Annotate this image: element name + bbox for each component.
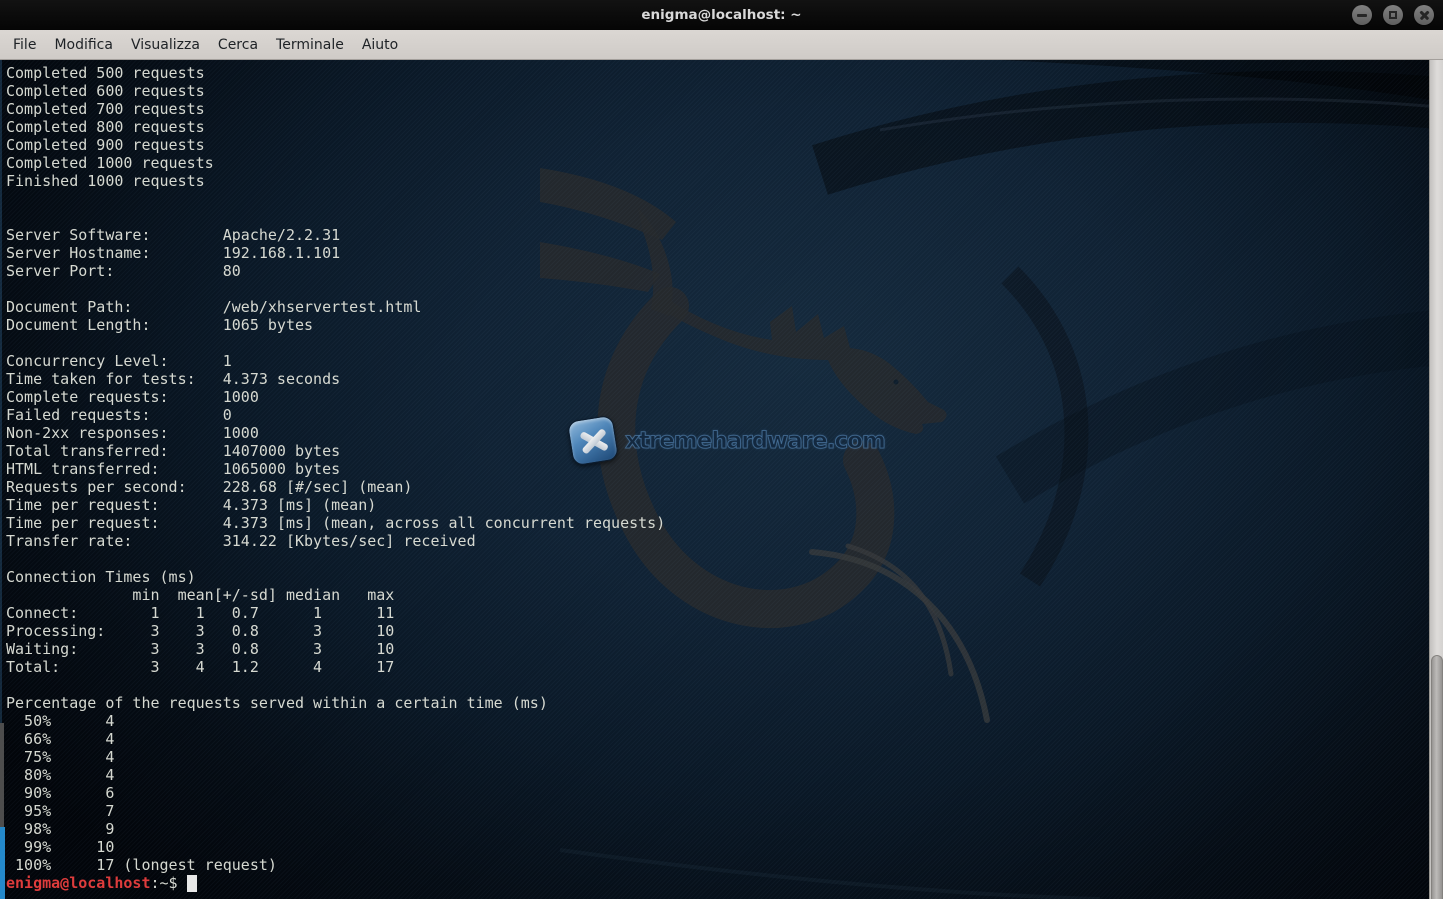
menu-item-visualizza[interactable]: Visualizza [122,33,209,57]
menu-bar: File Modifica Visualizza Cerca Terminale… [0,30,1443,60]
menu-item-terminale[interactable]: Terminale [267,33,353,57]
minus-icon [1357,14,1367,17]
menu-item-cerca[interactable]: Cerca [209,33,267,57]
menu-item-aiuto[interactable]: Aiuto [353,33,407,57]
menu-item-file[interactable]: File [4,33,45,57]
terminal-viewport[interactable]: xtremehardware.com Completed 500 request… [0,60,1443,899]
scrollbar-track[interactable] [1429,60,1443,899]
window-titlebar: enigma@localhost: ~ [0,0,1443,30]
maximize-button[interactable] [1383,5,1403,25]
left-edge-gray-strip [0,723,4,827]
menu-item-modifica[interactable]: Modifica [45,33,122,57]
scrollbar-thumb[interactable] [1431,655,1443,899]
left-edge-blue-strip [0,827,5,899]
left-edge-highlight [0,60,2,723]
terminal-cursor [187,875,197,892]
window-title: enigma@localhost: ~ [0,0,1443,30]
terminal-output: Completed 500 requests Completed 600 req… [0,60,665,892]
close-button[interactable] [1414,5,1434,25]
desktop-screen: enigma@localhost: ~ File Modifica Visual… [0,0,1443,899]
square-icon [1389,11,1397,19]
prompt-user-host: enigma@localhost [6,874,151,892]
window-controls [1352,5,1434,25]
ab-output-text: Completed 500 requests Completed 600 req… [6,64,665,874]
minimize-button[interactable] [1352,5,1372,25]
prompt-suffix: :~$ [151,874,178,892]
